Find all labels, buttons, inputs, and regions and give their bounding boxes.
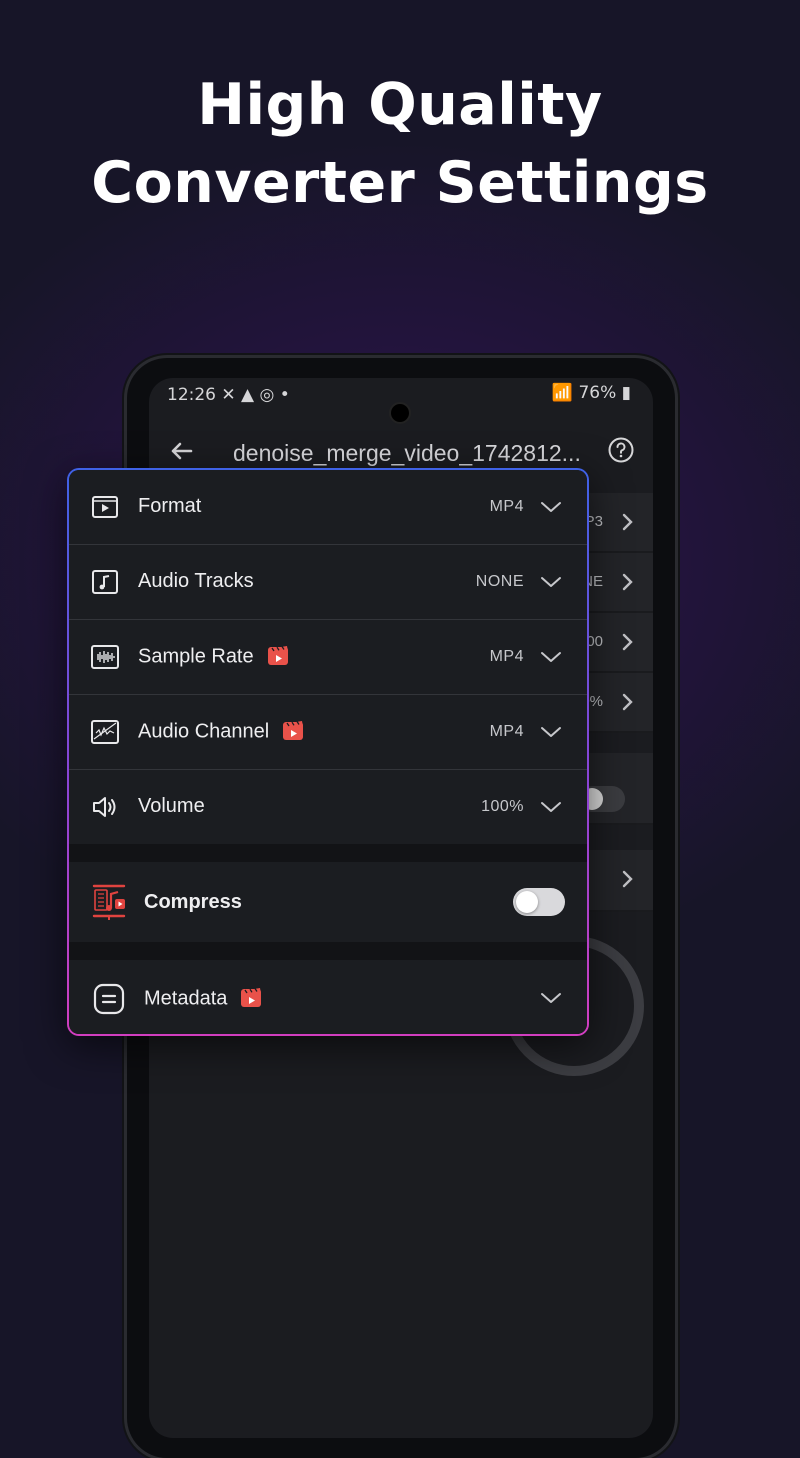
front-camera [389,402,411,424]
compress-label: Compress [144,891,242,913]
setting-audio-channel[interactable]: Audio Channel MP4 [69,695,587,770]
chevron-down-icon[interactable] [540,797,562,817]
setting-volume[interactable]: Volume 100% [69,770,587,844]
metadata-label: Metadata [144,987,263,1011]
help-icon[interactable] [607,436,635,464]
stereo-mono-icon [91,720,119,744]
chevron-right-icon [622,573,633,591]
chevron-down-icon[interactable] [540,497,562,517]
chevron-right-icon [622,693,633,711]
back-arrow-icon[interactable] [167,436,197,466]
settings-panel: Format MP4 Audio Tracks NONE Sample Rate [67,468,589,1036]
chevron-down-icon[interactable] [540,988,562,1008]
premium-badge-icon [283,721,304,740]
setting-value: MP4 [489,723,524,740]
status-icons: ✕ ▲ ◎ • [221,385,290,405]
chevron-down-icon[interactable] [540,647,562,667]
setting-label: Format [138,495,202,517]
compress-toggle[interactable] [513,888,565,916]
headline-line-1: High Quality [197,72,603,138]
chevron-down-icon[interactable] [540,722,562,742]
setting-value: NONE [475,573,524,590]
toggle-knob [516,891,538,913]
setting-value: MP4 [489,648,524,665]
setting-label: Volume [138,795,205,817]
signal-icon: 📶 [551,383,574,403]
setting-value: 100% [481,798,524,815]
metadata-row[interactable]: Metadata [69,960,587,1034]
setting-sample-rate[interactable]: Sample Rate MP4 [69,620,587,695]
setting-label: Sample Rate [138,645,290,669]
premium-badge-icon [267,646,288,665]
setting-label: Audio Tracks [138,570,254,592]
speaker-icon [93,797,116,817]
setting-format[interactable]: Format MP4 [69,470,587,545]
battery-icon: ▮ [621,383,631,403]
premium-badge-icon [241,988,262,1007]
compress-row: Compress [69,862,587,942]
settings-panel-body: Format MP4 Audio Tracks NONE Sample Rate [69,470,587,1034]
waveform-icon [91,645,119,669]
chevron-right-icon [622,513,633,531]
chevron-down-icon[interactable] [540,572,562,592]
setting-value: MP4 [489,498,524,515]
video-format-icon [92,496,118,518]
chevron-right-icon [622,633,633,651]
setting-audio-tracks[interactable]: Audio Tracks NONE [69,545,587,620]
headline: High Quality Converter Settings [0,66,800,222]
setting-label: Audio Channel [138,720,305,744]
chevron-right-icon [622,870,633,888]
status-time: 12:26 [167,385,216,405]
music-note-icon [92,570,118,594]
battery-level: 76% [578,383,617,403]
file-title: denoise_merge_video_1742812... [233,440,581,466]
metadata-icon [93,983,125,1015]
compress-icon [92,884,126,920]
headline-line-2: Converter Settings [91,150,709,216]
